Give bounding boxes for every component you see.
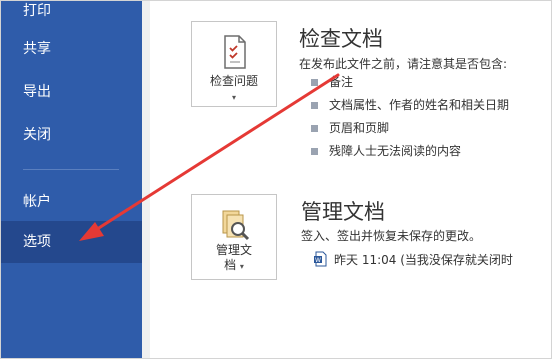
annotation-arrow-icon [79,73,340,241]
backstage-view: 打印 共享 导出 关闭 帐户 选项 检查问题 ▾ 检查文档 在发布此文件之前，请… [0,0,552,359]
